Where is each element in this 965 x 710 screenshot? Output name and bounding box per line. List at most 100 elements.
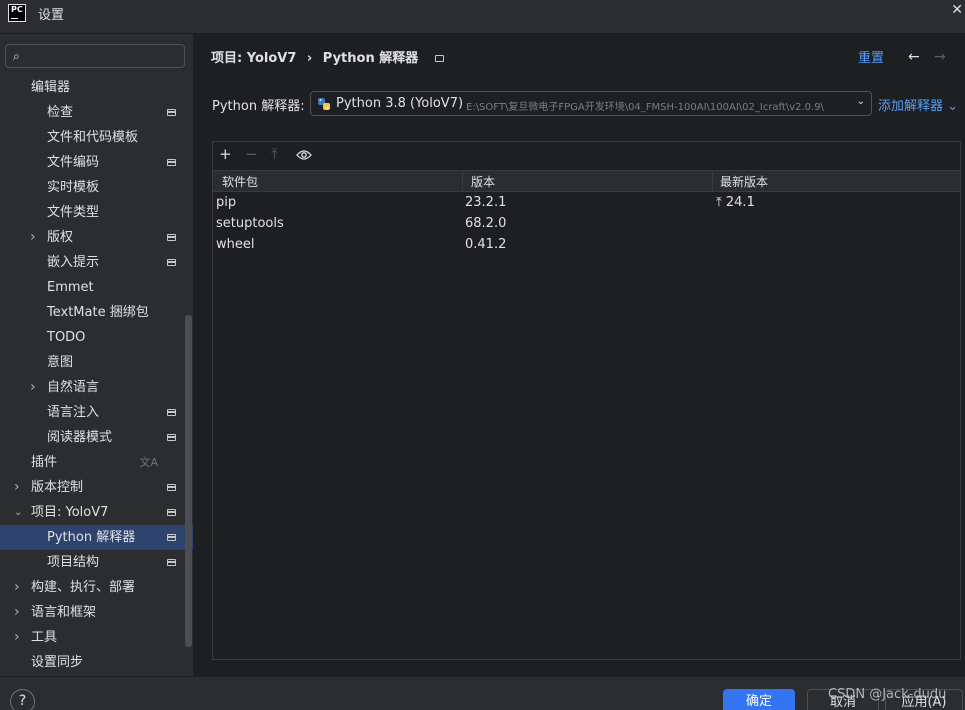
sidebar-item[interactable]: TODO [0, 325, 193, 350]
sidebar-item-label: 编辑器 [31, 80, 71, 95]
chevron-down-icon[interactable]: ⌄ [14, 500, 22, 525]
sidebar-item-label: Emmet [47, 280, 94, 295]
sidebar-item-label: TextMate 捆绑包 [47, 305, 149, 320]
chevron-right-icon[interactable]: › [30, 375, 36, 400]
packages-table-header: 软件包 版本 最新版本 [213, 170, 960, 192]
package-version: 68.2.0 [465, 216, 507, 231]
sidebar-item-label: 检查 [47, 105, 74, 120]
help-button[interactable]: ? [10, 689, 35, 710]
project-scope-icon [167, 259, 176, 266]
table-row[interactable]: wheel 0.41.2 [213, 235, 960, 256]
chevron-right-icon[interactable]: › [14, 600, 20, 625]
project-scope-icon [167, 509, 176, 516]
sidebar-item-label: 版本控制 [31, 480, 84, 495]
sidebar-item[interactable]: › 版权 [0, 225, 193, 250]
remove-package-icon[interactable]: − [245, 146, 258, 163]
package-name: pip [216, 195, 237, 210]
package-name: setuptools [216, 216, 284, 231]
sidebar-item[interactable]: 编辑器 [0, 75, 193, 100]
project-scope-icon [434, 55, 444, 62]
sidebar-item[interactable]: Emmet [0, 275, 193, 300]
add-package-icon[interactable]: + [219, 146, 232, 163]
latest-version-value: 24.1 [725, 195, 755, 210]
project-scope-icon [167, 434, 176, 441]
sidebar-item-label: 语言注入 [47, 405, 100, 420]
sidebar-item-label: 插件 [31, 455, 58, 470]
search-input[interactable]: ⌕ [5, 44, 185, 68]
sidebar-item-label: 项目结构 [47, 555, 100, 570]
chevron-right-icon[interactable]: › [30, 225, 36, 250]
sidebar-item-label: 自然语言 [47, 380, 100, 395]
column-header-latest-version[interactable]: 最新版本 [720, 173, 768, 190]
chevron-right-icon[interactable]: › [14, 575, 20, 600]
sidebar-item-label: 文件编码 [47, 155, 100, 170]
sidebar-item-label: 工具 [31, 630, 58, 645]
python-icon [318, 98, 330, 110]
sidebar-item-label: 嵌入提示 [47, 255, 100, 270]
table-row[interactable]: pip 23.2.1 ⤒ 24.1 [213, 193, 960, 214]
ok-button[interactable]: 确定 [723, 689, 795, 710]
column-divider[interactable] [462, 171, 463, 191]
forward-arrow-icon[interactable]: → [934, 49, 946, 65]
sidebar-item[interactable]: 插件 文A [0, 450, 193, 475]
sidebar-item-label: 构建、执行、部署 [31, 580, 136, 595]
add-interpreter-button[interactable]: 添加解释器 ⌄ [878, 95, 958, 114]
sidebar-item[interactable]: ⌄ 项目: YoloV7 [0, 500, 193, 525]
sidebar-item[interactable]: 设置同步 [0, 650, 193, 675]
package-version: 0.41.2 [465, 237, 507, 252]
sidebar-item-label: 意图 [47, 355, 74, 370]
sidebar-item[interactable]: 文件编码 [0, 150, 193, 175]
sidebar-item[interactable]: 阅读器模式 [0, 425, 193, 450]
main-panel: 项目: YoloV7 › Python 解释器 重置 ← → Python 解释… [193, 34, 965, 676]
sidebar-item[interactable]: TextMate 捆绑包 [0, 300, 193, 325]
settings-sidebar: ⌕ 编辑器检查文件和代码模板 文件编码实时模板文件类型 › 版权嵌入提示 Emmet Te… [0, 34, 193, 676]
reset-link[interactable]: 重置 [858, 47, 884, 66]
close-icon[interactable]: ✕ [951, 2, 963, 18]
sidebar-item-label: 实时模板 [47, 180, 100, 195]
sidebar-item[interactable]: 语言注入 [0, 400, 193, 425]
translate-icon: 文A [139, 456, 158, 469]
interpreter-name: Python 3.8 (YoloV7) [336, 96, 464, 111]
table-row[interactable]: setuptools 68.2.0 [213, 214, 960, 235]
sidebar-item[interactable]: › 构建、执行、部署 [0, 575, 193, 600]
packages-toolbar: + − ⤒ [213, 142, 960, 169]
window-title: 设置 [38, 8, 65, 23]
search-icon: ⌕ [13, 49, 20, 63]
sidebar-item-label: 项目: YoloV7 [31, 505, 109, 520]
sidebar-item[interactable]: 嵌入提示 [0, 250, 193, 275]
sidebar-item-label: 设置同步 [31, 655, 84, 670]
sidebar-item[interactable]: Python 解释器 [0, 525, 193, 550]
sidebar-item[interactable]: › 自然语言 [0, 375, 193, 400]
sidebar-item[interactable]: 实时模板 [0, 175, 193, 200]
project-scope-icon [167, 559, 176, 566]
column-header-version[interactable]: 版本 [471, 173, 495, 190]
sidebar-item[interactable]: 文件和代码模板 [0, 125, 193, 150]
eye-icon[interactable] [296, 149, 312, 161]
project-scope-icon [167, 409, 176, 416]
sidebar-item[interactable]: › 工具 [0, 625, 193, 650]
project-scope-icon [167, 234, 176, 241]
sidebar-item[interactable]: › 语言和框架 [0, 600, 193, 625]
sidebar-scrollbar[interactable] [185, 315, 192, 647]
sidebar-item-label: 阅读器模式 [47, 430, 113, 445]
interpreter-dropdown[interactable]: Python 3.8 (YoloV7) E:\SOFT\复旦微电子FPGA开发环… [310, 91, 872, 116]
package-version: 23.2.1 [465, 195, 507, 210]
watermark: CSDN @Jack-dudu [828, 687, 947, 702]
sidebar-item[interactable]: 意图 [0, 350, 193, 375]
chevron-right-icon[interactable]: › [14, 625, 20, 650]
breadcrumb-page: Python 解释器 [322, 51, 419, 66]
sidebar-item-label: 文件和代码模板 [47, 130, 139, 145]
back-arrow-icon[interactable]: ← [908, 49, 920, 65]
sidebar-item[interactable]: 文件类型 [0, 200, 193, 225]
upgrade-package-icon[interactable]: ⤒ [271, 146, 278, 163]
column-divider[interactable] [712, 171, 713, 191]
column-header-package[interactable]: 软件包 [222, 173, 258, 190]
chevron-right-icon[interactable]: › [14, 475, 20, 500]
dialog-footer: ? 确定 取消 应用(A) CSDN @Jack-dudu [0, 676, 965, 710]
sidebar-item-label: Python 解释器 [47, 530, 136, 545]
sidebar-item[interactable]: 项目结构 [0, 550, 193, 575]
project-scope-icon [167, 484, 176, 491]
sidebar-item[interactable]: › 版本控制 [0, 475, 193, 500]
breadcrumb-project[interactable]: 项目: YoloV7 [211, 51, 296, 66]
sidebar-item[interactable]: 检查 [0, 100, 193, 125]
